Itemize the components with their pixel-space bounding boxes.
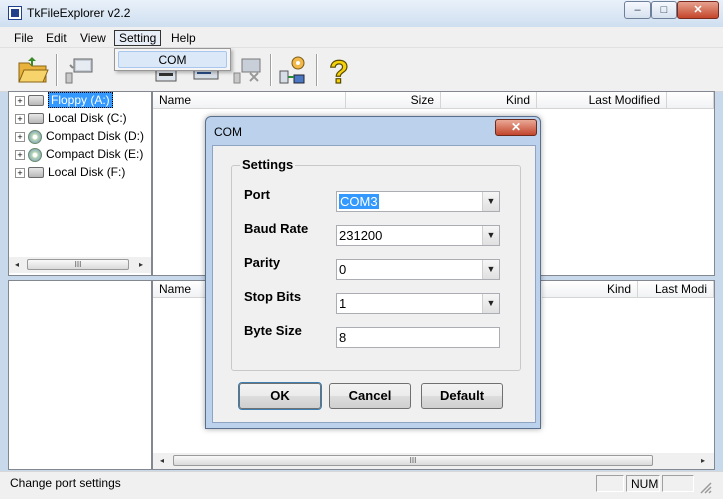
open-folder-icon[interactable] bbox=[16, 53, 50, 87]
status-text: Change port settings bbox=[10, 476, 121, 490]
tree-item-cd-d[interactable]: + Compact Disk (D:) bbox=[15, 128, 144, 145]
scroll-thumb[interactable]: III bbox=[173, 455, 653, 466]
menu-help[interactable]: Help bbox=[167, 30, 200, 46]
chevron-down-icon[interactable]: ▼ bbox=[482, 192, 499, 211]
port-value: COM3 bbox=[339, 194, 379, 209]
tree-horizontal-scrollbar[interactable]: ◂ III ▸ bbox=[9, 257, 151, 273]
dialog-close-button[interactable]: ✕ bbox=[495, 119, 537, 136]
maximize-button[interactable]: □ bbox=[651, 1, 677, 19]
scroll-left-arrow-icon[interactable]: ◂ bbox=[11, 259, 23, 271]
setting-dropdown-menu: COM bbox=[114, 48, 231, 71]
hard-drive-icon bbox=[28, 113, 44, 125]
connect-computer-icon[interactable] bbox=[62, 53, 96, 87]
hard-drive-icon bbox=[28, 167, 44, 179]
floppy-drive-icon bbox=[28, 95, 44, 107]
list-horizontal-scrollbar[interactable]: ◂ III ▸ bbox=[153, 453, 714, 469]
resize-grip-icon[interactable] bbox=[698, 480, 712, 494]
column-header-size[interactable]: Size bbox=[346, 92, 441, 109]
parity-value: 0 bbox=[339, 262, 347, 277]
menu-file[interactable]: File bbox=[10, 30, 37, 46]
tree-item-cd-e[interactable]: + Compact Disk (E:) bbox=[15, 146, 143, 163]
close-button[interactable]: ✕ bbox=[677, 1, 719, 19]
settings-group: Settings Port COM3 ▼ Baud Rate 231200 ▼ … bbox=[231, 157, 521, 371]
status-cell-scroll bbox=[662, 475, 694, 492]
tree-item-local-f[interactable]: + Local Disk (F:) bbox=[15, 164, 125, 181]
expand-icon[interactable]: + bbox=[15, 131, 25, 142]
stop-bits-value: 1 bbox=[339, 296, 347, 311]
tree-item-local-c[interactable]: + Local Disk (C:) bbox=[15, 110, 127, 127]
drive-tree-panel: + Floppy (A:) + Local Disk (C:) + Compact D… bbox=[8, 91, 152, 276]
app-icon bbox=[8, 6, 22, 20]
menu-bar: File Edit View Setting Help bbox=[0, 27, 723, 48]
window-title: TkFileExplorer v2.2 bbox=[27, 6, 131, 20]
byte-size-value: 8 bbox=[339, 330, 347, 345]
settings-group-label: Settings bbox=[240, 157, 296, 172]
byte-size-input[interactable]: 8 bbox=[336, 327, 500, 348]
scroll-thumb[interactable]: III bbox=[27, 259, 129, 270]
network-settings-icon[interactable] bbox=[276, 53, 310, 87]
scroll-left-arrow-icon[interactable]: ◂ bbox=[156, 455, 168, 467]
chevron-down-icon[interactable]: ▼ bbox=[482, 294, 499, 313]
dialog-title: COM bbox=[214, 125, 242, 139]
baud-rate-select[interactable]: 231200 ▼ bbox=[336, 225, 500, 246]
com-dialog: COM ✕ Settings Port COM3 ▼ Baud Rate 231… bbox=[205, 116, 541, 429]
secondary-tree-panel bbox=[8, 280, 152, 470]
column-header-name[interactable]: Name bbox=[153, 92, 346, 109]
menu-setting[interactable]: Setting bbox=[114, 30, 162, 46]
expand-icon[interactable]: + bbox=[15, 95, 25, 106]
column-header-last-modified[interactable]: Last Modi bbox=[638, 281, 714, 298]
baud-rate-label: Baud Rate bbox=[244, 221, 309, 236]
toolbar-separator bbox=[316, 54, 318, 86]
baud-rate-value: 231200 bbox=[339, 228, 383, 243]
stop-bits-select[interactable]: 1 ▼ bbox=[336, 293, 500, 314]
toolbar: ? bbox=[0, 48, 723, 92]
port-select[interactable]: COM3 ▼ bbox=[336, 191, 500, 212]
status-cell-caps bbox=[596, 475, 624, 492]
column-header-last-modified[interactable]: Last Modified bbox=[537, 92, 667, 109]
title-bar: TkFileExplorer v2.2 – □ ✕ bbox=[0, 0, 723, 27]
menu-edit[interactable]: Edit bbox=[42, 30, 71, 46]
column-header-kind[interactable]: Kind bbox=[441, 92, 537, 109]
menu-item-com[interactable]: COM bbox=[118, 51, 227, 68]
cancel-button[interactable]: Cancel bbox=[329, 383, 411, 409]
toolbar-separator bbox=[56, 54, 58, 86]
byte-size-label: Byte Size bbox=[244, 323, 302, 338]
expand-icon[interactable]: + bbox=[15, 113, 25, 124]
menu-view[interactable]: View bbox=[76, 30, 110, 46]
chevron-down-icon[interactable]: ▼ bbox=[482, 226, 499, 245]
svg-text:?: ? bbox=[329, 54, 349, 87]
cd-drive-icon bbox=[28, 147, 42, 162]
column-header-filler bbox=[667, 92, 714, 109]
toolbar-separator bbox=[270, 54, 272, 86]
help-question-icon[interactable]: ? bbox=[322, 53, 356, 90]
scroll-right-arrow-icon[interactable]: ▸ bbox=[135, 259, 147, 271]
expand-icon[interactable]: + bbox=[15, 149, 25, 160]
default-button[interactable]: Default bbox=[421, 383, 503, 409]
chevron-down-icon[interactable]: ▼ bbox=[482, 260, 499, 279]
cd-drive-icon bbox=[28, 129, 42, 144]
minimize-button[interactable]: – bbox=[624, 1, 651, 19]
column-header-kind[interactable]: Kind bbox=[542, 281, 638, 298]
disconnect-computer-icon[interactable] bbox=[230, 53, 264, 87]
dialog-body: Settings Port COM3 ▼ Baud Rate 231200 ▼ … bbox=[212, 145, 536, 423]
status-bar: Change port settings NUM bbox=[0, 471, 723, 499]
parity-select[interactable]: 0 ▼ bbox=[336, 259, 500, 280]
parity-label: Parity bbox=[244, 255, 281, 270]
status-cell-num: NUM bbox=[626, 475, 660, 492]
tree-item-floppy[interactable]: + Floppy (A:) bbox=[15, 92, 113, 109]
scroll-right-arrow-icon[interactable]: ▸ bbox=[697, 455, 709, 467]
ok-button[interactable]: OK bbox=[238, 382, 322, 410]
expand-icon[interactable]: + bbox=[15, 167, 25, 178]
stop-bits-label: Stop Bits bbox=[244, 289, 302, 304]
port-label: Port bbox=[244, 187, 270, 202]
